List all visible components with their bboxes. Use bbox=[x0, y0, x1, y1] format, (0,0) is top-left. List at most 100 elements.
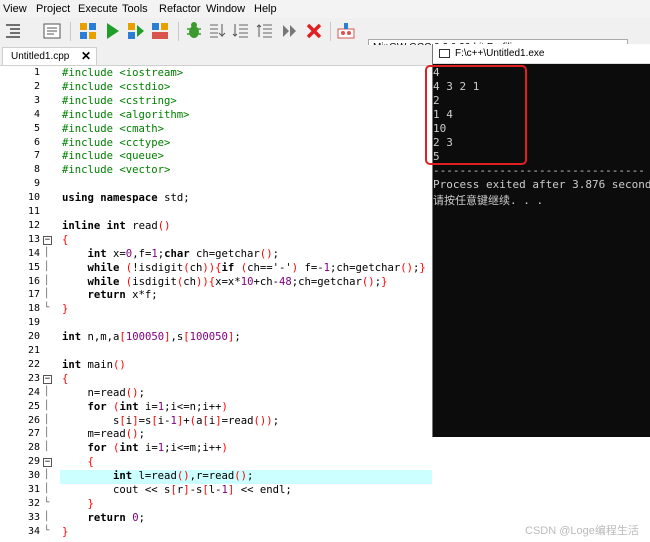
step-out-icon[interactable] bbox=[255, 21, 275, 41]
fold-line-marker: │ bbox=[44, 414, 50, 425]
tab-label: Untitled1.cpp bbox=[11, 51, 70, 62]
code-line: { bbox=[62, 372, 69, 385]
console-divider: -------------------------------- bbox=[433, 164, 645, 177]
code-line: while (!isdigit(ch)){if (ch=='-') f=-1;c… bbox=[87, 261, 426, 274]
menu-execute[interactable]: Execute bbox=[78, 3, 118, 15]
code-line: return 0; bbox=[87, 511, 145, 524]
code-line: } bbox=[62, 525, 69, 538]
line-number: 23 bbox=[27, 372, 40, 384]
console-title-bar[interactable]: F:\c++\Untitled1.exe bbox=[433, 44, 650, 64]
toolbar: MinGW GCC 9.2.0 32-bit Profiling ▼ bbox=[0, 18, 650, 57]
code-line: return x*f; bbox=[87, 289, 158, 302]
watermark: CSDN @Loge编程生活 bbox=[525, 525, 639, 537]
code-line: #include <queue> bbox=[62, 150, 165, 163]
code-line: int n,m,a[100050],s[100050]; bbox=[62, 331, 241, 344]
fold-line-marker: │ bbox=[44, 428, 50, 439]
code-line: #include <cmath> bbox=[62, 122, 165, 135]
line-number: 30 bbox=[27, 470, 40, 482]
code-line: s[i]=s[i-1]+(a[i]=read()); bbox=[62, 414, 280, 427]
compile-icon[interactable] bbox=[78, 21, 98, 41]
run-icon[interactable] bbox=[102, 21, 122, 41]
line-number: 22 bbox=[27, 358, 40, 370]
line-number: 15 bbox=[27, 261, 40, 273]
line-number: 17 bbox=[27, 289, 40, 301]
code-line: #include <cctype> bbox=[62, 136, 171, 149]
fold-collapse-icon[interactable]: − bbox=[43, 235, 52, 245]
toggle-comment-icon[interactable] bbox=[42, 21, 62, 41]
fold-end-marker: └ bbox=[44, 303, 50, 314]
fold-line-marker: │ bbox=[44, 511, 50, 522]
code-line: for (int i=1;i<=n;i++) bbox=[87, 400, 228, 413]
line-number: 31 bbox=[27, 484, 40, 495]
code-line: #include <cstdio> bbox=[62, 80, 171, 93]
code-line: #include <vector> bbox=[62, 164, 171, 177]
line-number: 27 bbox=[27, 428, 40, 440]
line-number: 2 bbox=[33, 80, 40, 92]
line-number: 25 bbox=[27, 400, 40, 412]
line-number: 5 bbox=[33, 122, 40, 134]
code-line: using namespace std; bbox=[62, 192, 190, 205]
line-number: 33 bbox=[27, 511, 40, 523]
step-over-icon[interactable] bbox=[231, 21, 251, 41]
continue-icon[interactable] bbox=[280, 21, 300, 41]
line-number: 19 bbox=[27, 317, 40, 329]
line-number: 1 bbox=[33, 67, 40, 78]
menu-bar: View Project Execute Tools Refactor Wind… bbox=[0, 0, 650, 18]
compile-run-icon[interactable] bbox=[126, 21, 146, 41]
line-number: 26 bbox=[27, 414, 40, 426]
line-number: 9 bbox=[33, 178, 40, 190]
fold-end-marker: └ bbox=[44, 497, 50, 508]
line-number: 28 bbox=[27, 442, 40, 454]
line-number: 12 bbox=[27, 219, 40, 231]
fold-collapse-icon[interactable]: − bbox=[43, 458, 52, 468]
console-window-icon bbox=[439, 49, 450, 58]
line-number: 13 bbox=[27, 233, 40, 245]
line-number: 20 bbox=[27, 331, 40, 343]
highlight-box bbox=[425, 65, 527, 165]
fold-line-marker: │ bbox=[44, 275, 50, 286]
code-line: n=read(); bbox=[62, 386, 145, 399]
stop-icon[interactable] bbox=[304, 21, 324, 41]
line-number: 24 bbox=[27, 386, 40, 398]
line-number: 16 bbox=[27, 275, 40, 287]
line-number: 14 bbox=[27, 247, 40, 259]
rebuild-icon[interactable] bbox=[150, 21, 170, 41]
line-number: 29 bbox=[27, 456, 40, 468]
fold-line-marker: │ bbox=[44, 470, 50, 481]
fold-line-marker: │ bbox=[44, 247, 50, 258]
line-number: 34 bbox=[27, 525, 40, 537]
fold-line-marker: │ bbox=[44, 289, 50, 300]
code-line: int x=0,f=1;char ch=getchar(); bbox=[87, 247, 279, 260]
console-press-key: 请按任意键继续. . . bbox=[433, 194, 544, 207]
menu-tools[interactable]: Tools bbox=[122, 3, 148, 15]
fold-collapse-icon[interactable]: − bbox=[43, 374, 52, 384]
code-line: for (int i=1;i<=m;i++) bbox=[87, 442, 228, 455]
fold-end-marker: └ bbox=[44, 525, 50, 536]
menu-window[interactable]: Window bbox=[206, 3, 245, 15]
code-line: while (isdigit(ch)){x=x*10+ch-48;ch=getc… bbox=[87, 275, 388, 288]
line-number: 8 bbox=[33, 164, 40, 176]
line-number: 4 bbox=[33, 108, 40, 120]
fold-line-marker: │ bbox=[44, 400, 50, 411]
menu-project[interactable]: Project bbox=[36, 3, 70, 15]
line-number: 18 bbox=[27, 303, 40, 315]
code-line: { bbox=[87, 456, 94, 469]
debug-icon[interactable] bbox=[184, 21, 204, 41]
line-number: 3 bbox=[33, 94, 40, 106]
code-line: { bbox=[62, 233, 69, 246]
code-line: inline int read() bbox=[62, 219, 171, 232]
tab-untitled1[interactable]: Untitled1.cpp ✕ bbox=[2, 47, 97, 65]
code-line: #include <algorithm> bbox=[62, 108, 190, 121]
step-into-icon[interactable] bbox=[207, 21, 227, 41]
menu-help[interactable]: Help bbox=[254, 3, 277, 15]
menu-view[interactable]: View bbox=[3, 3, 27, 15]
console-exit-message: Process exited after 3.876 seconds bbox=[433, 178, 650, 191]
code-line: } bbox=[87, 497, 94, 510]
line-number: 7 bbox=[33, 150, 40, 162]
close-icon[interactable]: ✕ bbox=[81, 49, 91, 63]
line-number-gutter: 1 2 3 4 5 6 7 8 9 10 11 12 13−14 │ 15 │ 16 │ 17 │ 18 └ 19 20 21 2… bbox=[0, 66, 55, 542]
menu-refactor[interactable]: Refactor bbox=[159, 3, 201, 15]
profile-icon[interactable] bbox=[336, 21, 356, 41]
indent-icon[interactable] bbox=[3, 21, 23, 41]
line-number: 6 bbox=[33, 136, 40, 148]
